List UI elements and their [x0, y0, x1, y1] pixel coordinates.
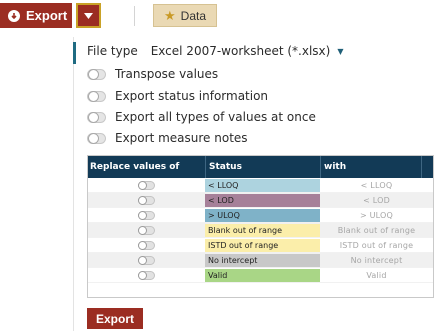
table-row: ISTD out of range ISTD out of range [88, 238, 433, 253]
toggle-switch[interactable] [87, 68, 106, 80]
option-label: Export status information [115, 89, 269, 103]
status-cell: Blank out of range [205, 223, 320, 237]
option-transpose-values[interactable]: Transpose values [87, 67, 218, 81]
toggle-switch[interactable] [138, 255, 155, 265]
with-cell[interactable]: < LLOQ [320, 181, 433, 190]
export-submit-button[interactable]: Export [87, 308, 143, 329]
table-row: < LLOQ < LLOQ [88, 178, 433, 193]
toggle-switch[interactable] [87, 111, 106, 123]
toggle-switch[interactable] [138, 180, 155, 190]
toolbar-divider [134, 6, 135, 26]
download-icon [8, 9, 20, 22]
export-options-toggle[interactable] [76, 3, 101, 28]
table-row: Valid Valid [88, 268, 433, 283]
star-icon: ★ [164, 8, 176, 23]
toggle-switch[interactable] [138, 225, 155, 235]
caret-down-icon [84, 12, 93, 19]
option-export-status-information[interactable]: Export status information [87, 89, 268, 103]
data-button[interactable]: ★ Data [153, 4, 217, 27]
with-cell[interactable]: > ULOQ [320, 211, 433, 220]
option-export-measure-notes[interactable]: Export measure notes [87, 131, 248, 145]
file-type-value: Excel 2007-worksheet (*.xlsx) [150, 44, 331, 58]
with-cell[interactable]: ISTD out of range [320, 241, 433, 250]
toggle-switch[interactable] [87, 90, 106, 102]
status-cell: Valid [205, 268, 320, 282]
file-type-label: File type [87, 44, 138, 58]
status-cell: < LOD [205, 193, 320, 207]
with-cell[interactable]: Valid [320, 271, 433, 280]
toggle-switch[interactable] [138, 210, 155, 220]
column-header-with: with [320, 156, 433, 178]
toggle-switch[interactable] [138, 240, 155, 250]
option-label: Export all types of values at once [115, 110, 316, 124]
table-header: Replace values of Status with [88, 156, 433, 178]
file-type-select[interactable]: Excel 2007-worksheet (*.xlsx) ▼ [151, 44, 344, 58]
option-export-all-types[interactable]: Export all types of values at once [87, 110, 316, 124]
data-button-label: Data [180, 8, 207, 23]
caret-down-icon: ▼ [337, 46, 344, 56]
option-label: Transpose values [115, 67, 219, 81]
export-button[interactable]: Export [0, 3, 72, 28]
focus-indicator [73, 42, 76, 64]
column-header-status: Status [205, 156, 320, 178]
status-cell: > ULOQ [205, 208, 320, 222]
toggle-switch[interactable] [138, 270, 155, 280]
column-header-replace: Replace values of [90, 162, 180, 172]
status-cell: ISTD out of range [205, 238, 320, 252]
table-row: No intercept No intercept [88, 253, 433, 268]
table-row: Blank out of range Blank out of range [88, 223, 433, 238]
table-row: > ULOQ > ULOQ [88, 208, 433, 223]
option-label: Export measure notes [115, 131, 248, 145]
table-row: < LOD < LOD [88, 193, 433, 208]
with-cell[interactable]: No intercept [320, 256, 433, 265]
with-cell[interactable]: Blank out of range [320, 226, 433, 235]
toggle-switch[interactable] [138, 195, 155, 205]
status-cell: No intercept [205, 253, 320, 267]
with-cell[interactable]: < LOD [320, 196, 433, 205]
replace-values-table: Replace values of Status with < LLOQ < L… [87, 155, 434, 298]
export-button-label: Export [26, 8, 68, 23]
toggle-switch[interactable] [87, 132, 106, 144]
status-cell: < LLOQ [205, 178, 320, 192]
file-type-row: File type Excel 2007-worksheet (*.xlsx) … [87, 44, 343, 58]
